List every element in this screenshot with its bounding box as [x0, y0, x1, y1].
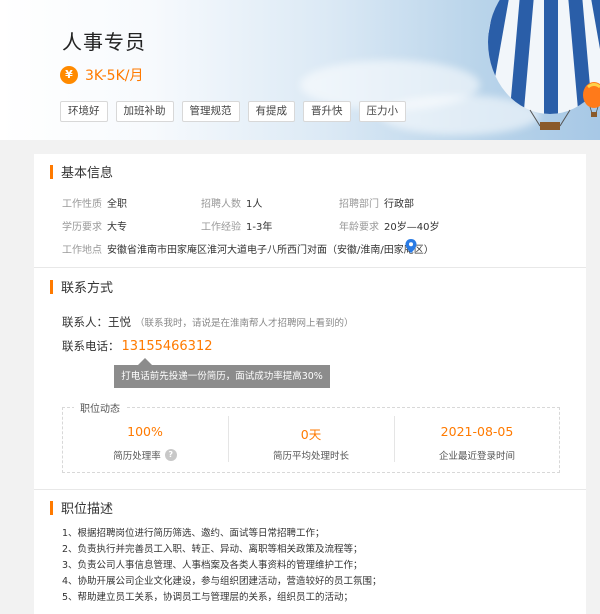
- contact-note: （联系我时，请说是在淮南帮人才招聘网上看到的）: [135, 318, 354, 329]
- stat-label-row: 企业最近登录时间: [394, 448, 560, 462]
- benefit-tag: 晋升快: [303, 101, 351, 122]
- phone-label: 联系电话：: [62, 339, 120, 353]
- section-accent-bar: [50, 164, 53, 179]
- section-divider: [34, 489, 586, 490]
- stat-label: 简历平均处理时长: [272, 451, 349, 462]
- contact-heading: 联系方式: [50, 277, 113, 296]
- job-title: 人事专员: [62, 30, 146, 54]
- benefit-tag: 压力小: [358, 101, 406, 122]
- description-heading: 职位描述: [50, 498, 113, 517]
- age-label: 年龄要求: [339, 222, 379, 233]
- position-dynamics-title: 职位动态: [74, 400, 126, 415]
- benefit-tags: 环境好 加班补助 管理规范 有提成 晋升快 压力小: [60, 101, 414, 122]
- education-label: 学历要求: [62, 222, 102, 233]
- salary: ¥ 3K-5K/月: [60, 65, 143, 85]
- list-item: 5、帮助建立员工关系，协调员工与管理层的关系，组织员工的活动；: [62, 592, 354, 603]
- section-title: 基本信息: [61, 166, 114, 181]
- phone-tip-tooltip: 打电话前先投递一份简历，面试成功率提高30%: [114, 365, 330, 388]
- headcount-value: 1人: [246, 199, 263, 210]
- stat-label-row: 简历平均处理时长: [228, 448, 394, 462]
- list-item: 2、负责执行并完善员工入职、转正、异动、离职等相关政策及流程等；: [62, 544, 363, 555]
- salary-text: 3K-5K/月: [85, 68, 144, 84]
- experience-label: 工作经验: [201, 222, 241, 233]
- stat-label: 简历处理率: [113, 451, 161, 462]
- basic-info-heading: 基本信息: [50, 162, 113, 181]
- question-icon[interactable]: ?: [164, 449, 177, 461]
- benefit-tag: 加班补助: [115, 101, 174, 122]
- stat-label-row: 简历处理率 ?: [62, 448, 228, 462]
- department-label: 招聘部门: [339, 199, 379, 210]
- stat-value: 100%: [127, 424, 163, 439]
- phone-number[interactable]: 13155466312: [122, 339, 213, 354]
- section-title: 联系方式: [61, 281, 114, 296]
- benefit-tag: 有提成: [247, 101, 295, 122]
- section-title: 职位描述: [61, 502, 114, 517]
- contact-person-name: 王悦: [108, 315, 131, 329]
- location-label: 工作地点: [62, 245, 102, 256]
- stat-value: 0天: [300, 427, 322, 442]
- job-header-banner: 人事专员 ¥ 3K-5K/月 环境好 加班补助 管理规范 有提成 晋升快 压力小: [0, 0, 600, 140]
- contact-person: 联系人： 王悦 （联系我时，请说是在淮南帮人才招聘网上看到的）: [62, 314, 354, 330]
- section-accent-bar: [50, 500, 53, 515]
- stat-value: 2021-08-05: [440, 424, 514, 439]
- contact-person-label: 联系人：: [62, 315, 108, 329]
- experience-value: 1-3年: [246, 222, 273, 233]
- resume-process-time: 0天 简历平均处理时长: [228, 424, 394, 462]
- last-login-time: 2021-08-05 企业最近登录时间: [394, 424, 560, 462]
- map-pin-icon[interactable]: [405, 239, 417, 253]
- benefit-tag: 环境好: [60, 101, 108, 122]
- department-value: 行政部: [384, 199, 414, 210]
- list-item: 4、协助开展公司企业文化建设，参与组织团建活动，营造较好的员工氛围；: [62, 576, 382, 587]
- section-accent-bar: [50, 279, 53, 294]
- education-value: 大专: [107, 222, 127, 233]
- job-type-label: 工作性质: [62, 199, 102, 210]
- job-description-list: 1、根据招聘岗位进行简历筛选、邀约、面试等日常招聘工作； 2、负责执行并完善员工…: [62, 526, 382, 606]
- small-balloon-icon: [583, 82, 600, 117]
- list-item: 1、根据招聘岗位进行简历筛选、邀约、面试等日常招聘工作；: [62, 528, 325, 539]
- location-value: 安徽省淮南市田家庵区淮河大道电子八所西门对面（安徽/淮南/田家庵区）: [107, 245, 434, 256]
- resume-process-rate: 100% 简历处理率 ?: [62, 424, 228, 462]
- job-type-value: 全职: [107, 199, 127, 210]
- benefit-tag: 管理规范: [181, 101, 240, 122]
- yen-icon: ¥: [60, 66, 78, 84]
- age-value: 20岁—40岁: [384, 222, 440, 233]
- tooltip-arrow: [138, 358, 152, 365]
- headcount-label: 招聘人数: [201, 199, 241, 210]
- job-detail-card: 基本信息 工作性质 全职 招聘人数 1人 招聘部门 行政部 学历要求 大专 工作…: [34, 154, 586, 614]
- contact-phone: 联系电话： 13155466312: [62, 338, 212, 354]
- stat-label: 企业最近登录时间: [438, 451, 515, 462]
- section-divider: [34, 267, 586, 268]
- list-item: 3、负责公司人事信息管理、人事档案及各类人事资料的管理维护工作；: [62, 560, 363, 571]
